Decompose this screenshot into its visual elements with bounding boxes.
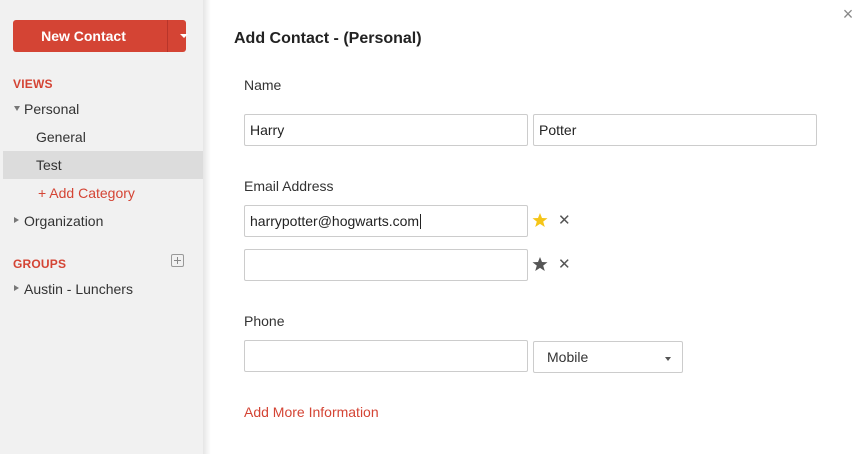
sidebar-item-label: General [36,129,86,145]
phone-field[interactable] [244,340,528,372]
new-contact-label[interactable]: New Contact [13,20,154,52]
add-category-link[interactable]: + Add Category [0,179,203,207]
phone-type-select[interactable]: Mobile [533,341,683,373]
phone-type-value: Mobile [547,349,589,365]
email-field-2[interactable] [244,249,528,281]
expand-down-icon[interactable] [14,106,20,111]
sidebar-item-label: Austin - Lunchers [24,281,133,297]
new-contact-dropdown-icon[interactable] [168,20,188,52]
email-field-1-value: harrypotter@hogwarts.com [250,213,420,229]
views-heading: VIEWS [13,77,53,91]
sidebar-item-austin-lunchers[interactable]: Austin - Lunchers [0,275,203,303]
sidebar-item-test[interactable]: Test [3,151,203,179]
add-more-information-link[interactable]: Add More Information [244,404,379,420]
add-category-label[interactable]: + Add Category [38,179,135,207]
expand-right-icon[interactable] [14,217,19,223]
email-field-1[interactable]: harrypotter@hogwarts.com [244,205,528,237]
expand-right-icon[interactable] [14,285,19,291]
chevron-down-icon [665,357,671,361]
email-label: Email Address [244,178,334,194]
panel-shadow [203,0,211,454]
first-name-field[interactable]: Harry [244,114,528,146]
remove-email-2-icon[interactable]: ✕ [558,257,571,273]
sidebar-item-label: Personal [24,101,80,117]
sidebar-item-label: Test [36,157,62,173]
page-title: Add Contact - (Personal) [234,30,422,47]
sidebar-item-general[interactable]: General [0,123,203,151]
groups-heading: GROUPS [13,257,67,271]
remove-email-1-icon[interactable]: ✕ [558,213,571,229]
sidebar: New Contact VIEWS Personal General Test … [0,0,203,454]
add-group-icon[interactable] [171,254,184,267]
name-label: Name [244,77,282,93]
star-primary-icon[interactable] [532,212,548,228]
phone-label: Phone [244,313,285,329]
text-cursor [420,214,422,229]
new-contact-button[interactable]: New Contact [13,20,188,52]
last-name-field[interactable]: Potter [533,114,817,146]
close-icon[interactable]: × [840,5,856,23]
sidebar-item-personal[interactable]: Personal [0,95,203,123]
star-icon[interactable] [532,256,548,272]
sidebar-item-label: Organization [24,213,104,229]
sidebar-item-organization[interactable]: Organization [0,207,203,235]
